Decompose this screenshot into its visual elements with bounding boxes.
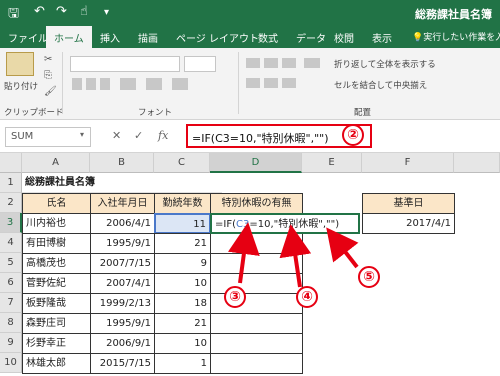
arrow-4 [279, 224, 312, 288]
annotation-3: ③ [224, 286, 246, 308]
annotation-arrows [228, 222, 359, 288]
arrow-5 [326, 227, 359, 269]
annotation-5: ⑤ [358, 266, 380, 288]
arrow-3 [228, 222, 260, 284]
annotation-4: ④ [296, 286, 318, 308]
